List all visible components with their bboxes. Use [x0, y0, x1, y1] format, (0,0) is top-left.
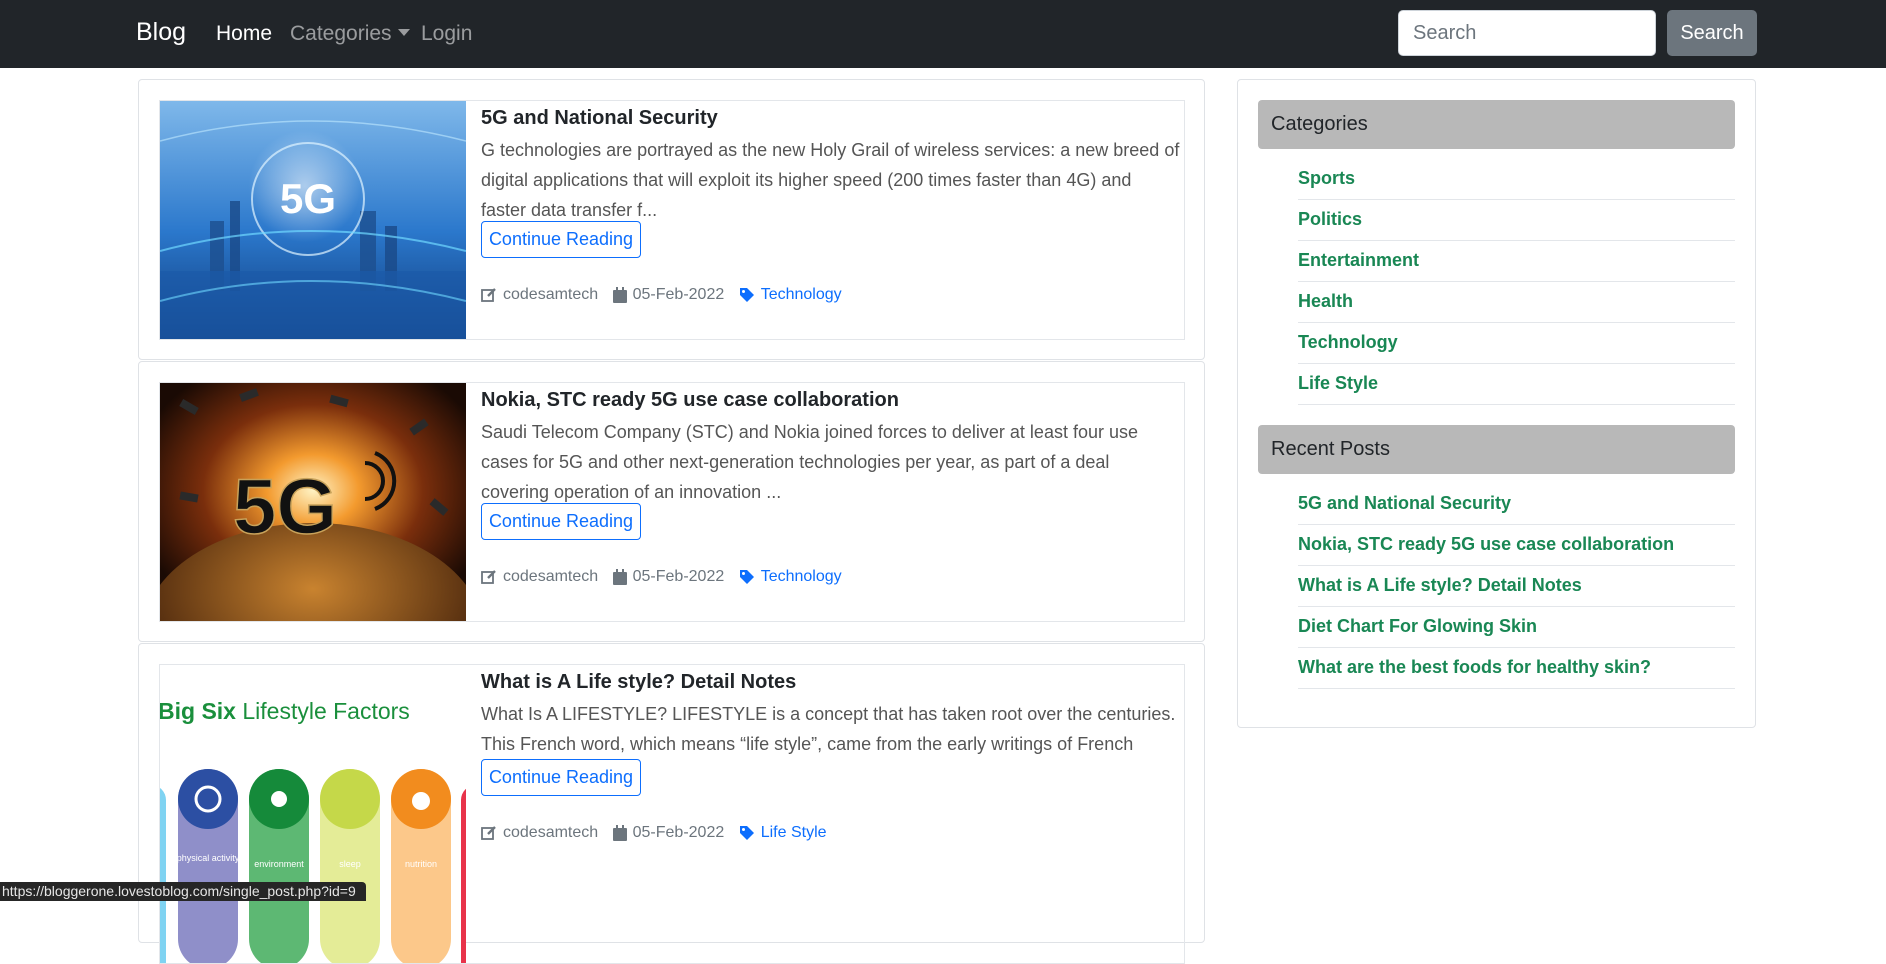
- post-title[interactable]: What is A Life style? Detail Notes: [481, 671, 796, 694]
- image-label-physical-activity: physical activity: [177, 853, 240, 863]
- recent-posts-heading: Recent Posts: [1258, 425, 1735, 474]
- post-meta: codesamtech 05-Feb-2022 Technology: [481, 568, 842, 586]
- image-label-nutrition: nutrition: [405, 859, 437, 869]
- recent-post-link[interactable]: Diet Chart For Glowing Skin: [1298, 607, 1735, 648]
- post-excerpt: Saudi Telecom Company (STC) and Nokia jo…: [481, 422, 1138, 502]
- nav-categories-label: Categories: [290, 22, 392, 45]
- continue-reading-button[interactable]: Continue Reading: [481, 221, 641, 258]
- post-card: 5G 5G and National Security G technologi…: [138, 79, 1205, 360]
- tag-icon: [739, 826, 754, 840]
- post-thumbnail-lifestyle[interactable]: Big Six Lifestyle Factors physical activ…: [160, 665, 466, 963]
- post-thumbnail-5g-nokia[interactable]: 5G: [160, 383, 466, 621]
- categories-heading: Categories: [1258, 100, 1735, 149]
- category-link-sports[interactable]: Sports: [1298, 159, 1735, 200]
- nav-home[interactable]: Home: [216, 22, 272, 46]
- post-item: Big Six Lifestyle Factors physical activ…: [159, 664, 1185, 964]
- nav-categories-dropdown[interactable]: Categories: [290, 22, 410, 46]
- edit-icon: [481, 826, 496, 840]
- category-link-politics[interactable]: Politics: [1298, 200, 1735, 241]
- post-category-link[interactable]: Technology: [761, 286, 842, 303]
- recent-posts-list: 5G and National Security Nokia, STC read…: [1298, 484, 1735, 689]
- category-link-entertainment[interactable]: Entertainment: [1298, 241, 1735, 282]
- image-label-sleep: sleep: [339, 859, 361, 869]
- post-meta: codesamtech 05-Feb-2022 Life Style: [481, 824, 827, 842]
- image-heading-bold: Big Six: [160, 698, 236, 724]
- brand-logo[interactable]: Blog: [136, 18, 186, 47]
- post-meta: codesamtech 05-Feb-2022 Technology: [481, 286, 842, 304]
- post-date: 05-Feb-2022: [632, 568, 725, 585]
- edit-icon: [481, 570, 496, 584]
- calendar-icon: [612, 287, 627, 303]
- post-thumbnail-5g-security[interactable]: 5G: [160, 101, 466, 339]
- calendar-icon: [612, 825, 627, 841]
- post-item: 5G Nokia, STC ready 5G use case collabor…: [159, 382, 1185, 622]
- tag-icon: [739, 570, 754, 584]
- continue-reading-button[interactable]: Continue Reading: [481, 759, 641, 796]
- recent-post-link[interactable]: Nokia, STC ready 5G use case collaborati…: [1298, 525, 1735, 566]
- image-label-environment: environment: [254, 859, 304, 869]
- calendar-icon: [612, 569, 627, 585]
- recent-post-link[interactable]: What are the best foods for healthy skin…: [1298, 648, 1735, 689]
- post-item: 5G 5G and National Security G technologi…: [159, 100, 1185, 340]
- post-title[interactable]: 5G and National Security: [481, 107, 718, 130]
- post-excerpt: G technologies are portrayed as the new …: [481, 140, 1180, 220]
- link-status-bar: https://bloggerone.lovestoblog.com/singl…: [0, 882, 366, 901]
- caret-down-icon: [397, 29, 410, 36]
- search-button[interactable]: Search: [1667, 10, 1757, 56]
- sidebar: Categories Sports Politics Entertainment…: [1237, 79, 1756, 728]
- category-link-technology[interactable]: Technology: [1298, 323, 1735, 364]
- continue-reading-button[interactable]: Continue Reading: [481, 503, 641, 540]
- edit-icon: [481, 288, 496, 302]
- post-author: codesamtech: [503, 568, 599, 585]
- post-category-link[interactable]: Technology: [761, 568, 842, 585]
- post-date: 05-Feb-2022: [632, 824, 725, 841]
- image-heading-rest: Lifestyle Factors: [236, 698, 410, 724]
- image-5g-text: 5G: [233, 462, 337, 550]
- tag-icon: [739, 288, 754, 302]
- post-date: 05-Feb-2022: [632, 286, 725, 303]
- post-card: 5G Nokia, STC ready 5G use case collabor…: [138, 361, 1205, 642]
- post-title[interactable]: Nokia, STC ready 5G use case collaborati…: [481, 389, 899, 412]
- nav-login[interactable]: Login: [421, 22, 472, 46]
- image-5g-text: 5G: [280, 175, 336, 222]
- post-category-link[interactable]: Life Style: [761, 824, 827, 841]
- recent-post-link[interactable]: What is A Life style? Detail Notes: [1298, 566, 1735, 607]
- category-link-health[interactable]: Health: [1298, 282, 1735, 323]
- top-navbar: Blog Home Categories Login Search: [0, 0, 1886, 68]
- post-author: codesamtech: [503, 824, 599, 841]
- recent-post-link[interactable]: 5G and National Security: [1298, 484, 1735, 525]
- search-input[interactable]: [1398, 10, 1656, 56]
- categories-list: Sports Politics Entertainment Health Tec…: [1298, 159, 1735, 405]
- post-author: codesamtech: [503, 286, 599, 303]
- category-link-life-style[interactable]: Life Style: [1298, 364, 1735, 405]
- svg-text:Big Six Lifestyle Factors: Big Six Lifestyle Factors: [160, 698, 410, 724]
